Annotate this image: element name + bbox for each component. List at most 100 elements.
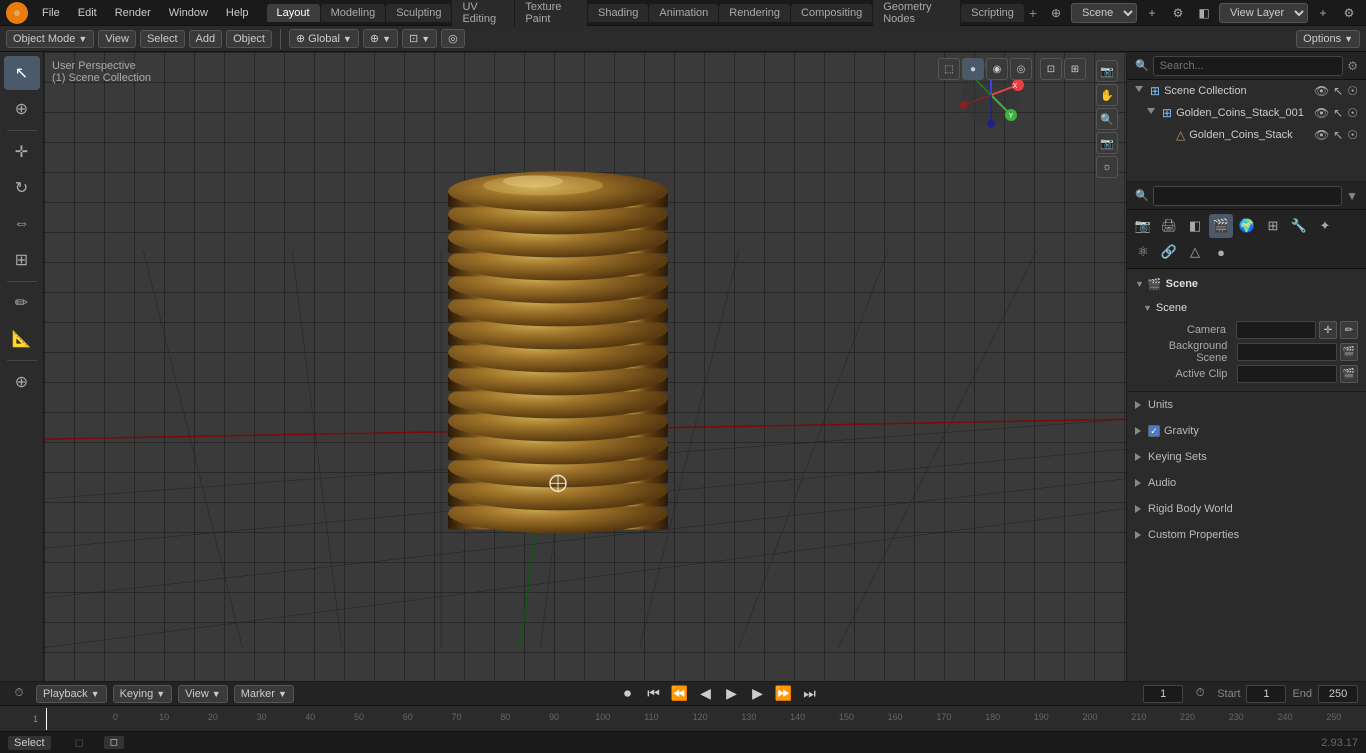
tab-modeling[interactable]: Modeling	[321, 4, 386, 22]
outliner-hide-viewport-icon[interactable]: ☉	[1347, 84, 1358, 98]
scene-settings-btn[interactable]: ⚙	[1167, 2, 1189, 24]
tab-shading[interactable]: Shading	[588, 4, 648, 22]
status-btn-2[interactable]: ◻	[104, 736, 124, 749]
prop-object-btn[interactable]: ⊞	[1261, 214, 1285, 238]
bg-scene-eyedropper-btn[interactable]: 🎬	[1340, 343, 1358, 361]
pivot-point-selector[interactable]: ⊕ ▼	[363, 29, 398, 48]
tool-scale[interactable]: ⇔	[4, 207, 40, 241]
tab-scripting[interactable]: Scripting	[961, 4, 1024, 22]
outliner-scene-collection[interactable]: ⊞ Scene Collection 👁 ↖ ☉	[1127, 80, 1366, 102]
properties-search-input[interactable]	[1153, 186, 1342, 206]
tool-move[interactable]: ✛	[4, 135, 40, 169]
viewport-zoom-btn[interactable]: 🔍	[1096, 108, 1118, 130]
menu-edit[interactable]: Edit	[70, 5, 105, 21]
shading-render-btn[interactable]: ◎	[1010, 58, 1032, 80]
menu-file[interactable]: File	[34, 5, 68, 21]
playback-jump-end-btn[interactable]: ⏭	[800, 684, 820, 704]
outliner-visibility-icon[interactable]: 👁	[1314, 84, 1329, 98]
proportional-edit-btn[interactable]: ◎	[441, 29, 465, 48]
tab-compositing[interactable]: Compositing	[791, 4, 872, 22]
props-gravity-header[interactable]: ✓ Gravity	[1127, 420, 1366, 442]
frame-start-input[interactable]	[1246, 685, 1286, 703]
outliner-item-sel-icon[interactable]: ↖	[1333, 106, 1343, 120]
props-custom-props-header[interactable]: Custom Properties	[1127, 524, 1366, 546]
timeline-keying-menu[interactable]: Keying ▼	[113, 685, 173, 703]
outliner-item-vis-icon[interactable]: 👁	[1314, 106, 1329, 120]
add-workspace-button[interactable]: +	[1025, 3, 1041, 23]
props-scene-subsection[interactable]: ▼ Scene	[1127, 297, 1366, 319]
playback-step-fwd-btn[interactable]: ▶	[748, 684, 768, 704]
outliner-mesh-vis-icon[interactable]: 👁	[1314, 128, 1329, 142]
menu-render[interactable]: Render	[107, 5, 159, 21]
shading-material-btn[interactable]: ◉	[986, 58, 1008, 80]
camera-edit-btn[interactable]: ✏	[1340, 321, 1358, 339]
scene-add-btn[interactable]: +	[1141, 2, 1163, 24]
frame-end-input[interactable]	[1318, 685, 1358, 703]
tab-sculpting[interactable]: Sculpting	[386, 4, 451, 22]
active-clip-field[interactable]	[1237, 365, 1337, 383]
tool-annotate[interactable]: ✏	[4, 286, 40, 320]
prop-physics-btn[interactable]: ⚛	[1131, 240, 1155, 264]
tool-transform[interactable]: ⊞	[4, 243, 40, 277]
options-btn[interactable]: Options ▼	[1296, 30, 1360, 48]
prop-particles-btn[interactable]: ✦	[1313, 214, 1337, 238]
tool-cursor[interactable]: ⊕	[4, 92, 40, 126]
camera-eyedropper-btn[interactable]: ✛	[1319, 321, 1337, 339]
prop-world-btn[interactable]: 🌍	[1235, 214, 1259, 238]
playback-jump-start-btn[interactable]: ⏮	[644, 684, 664, 704]
shading-solid-btn[interactable]: ●	[962, 58, 984, 80]
tab-uv-editing[interactable]: UV Editing	[452, 0, 514, 28]
outliner-search-input[interactable]	[1153, 56, 1344, 76]
prop-modifier-btn[interactable]: 🔧	[1287, 214, 1311, 238]
viewport-camera2-btn[interactable]: 📷	[1096, 132, 1118, 154]
props-rigid-body-header[interactable]: Rigid Body World	[1127, 498, 1366, 520]
outliner-item-collection[interactable]: ⊞ Golden_Coins_Stack_001 👁 ↖ ☉	[1127, 102, 1366, 124]
outliner-filter-icon[interactable]: ⚙	[1347, 59, 1358, 73]
prop-render-btn[interactable]: 📷	[1131, 214, 1155, 238]
timeline-view-menu[interactable]: View ▼	[178, 685, 228, 703]
current-frame-input[interactable]	[1143, 685, 1183, 703]
timeline-playhead[interactable]	[46, 708, 47, 730]
playback-next-keyframe-btn[interactable]: ⏩	[774, 684, 794, 704]
outliner-mesh-hide-icon[interactable]: ☉	[1347, 128, 1358, 142]
playback-prev-keyframe-btn[interactable]: ⏪	[670, 684, 690, 704]
playback-record-btn[interactable]: ⏺	[618, 684, 638, 704]
tab-rendering[interactable]: Rendering	[719, 4, 790, 22]
coin-stack-object[interactable]: Coin stack rendering	[423, 123, 693, 566]
camera-field[interactable]	[1236, 321, 1316, 339]
bg-scene-field[interactable]	[1237, 343, 1337, 361]
outliner-item-mesh[interactable]: △ Golden_Coins_Stack 👁 ↖ ☉	[1127, 124, 1366, 146]
prop-output-btn[interactable]: 🖨	[1157, 214, 1181, 238]
active-clip-eyedropper-btn[interactable]: 🎬	[1340, 365, 1358, 383]
select-status-btn[interactable]: Select	[8, 736, 51, 750]
timeline-track-area[interactable]: 0 10 20 30 40 50 60 70 80 90 100 110 120…	[46, 708, 1358, 730]
playback-play-btn[interactable]: ▶	[722, 684, 742, 704]
viewport[interactable]: Coin stack rendering	[44, 52, 1126, 681]
gravity-checkbox[interactable]: ✓	[1148, 425, 1160, 437]
global-transform-selector[interactable]: ⊕ Global ▼	[289, 29, 359, 48]
prop-scene-btn[interactable]: 🎬	[1209, 214, 1233, 238]
view-menu[interactable]: View	[98, 30, 136, 48]
timeline-type-icon[interactable]: ⏱	[8, 683, 30, 705]
scene-selector[interactable]: Scene	[1071, 3, 1137, 23]
menu-help[interactable]: Help	[218, 5, 257, 21]
viewport-camera-btn[interactable]: 📷	[1096, 60, 1118, 82]
add-menu[interactable]: Add	[189, 30, 223, 48]
viewport-render-mode-btn[interactable]: ☼	[1096, 156, 1118, 178]
tab-geometry-nodes[interactable]: Geometry Nodes	[873, 0, 960, 28]
timeline-playback-menu[interactable]: Playback ▼	[36, 685, 107, 703]
tool-add[interactable]: ⊕	[4, 365, 40, 399]
object-menu[interactable]: Object	[226, 30, 272, 48]
tool-select[interactable]: ↖	[4, 56, 40, 90]
playback-step-back-btn[interactable]: ◀	[696, 684, 716, 704]
tool-rotate[interactable]: ↻	[4, 171, 40, 205]
viewport-overlay-btn[interactable]: ⊡	[1040, 58, 1062, 80]
shading-wireframe-btn[interactable]: ⬚	[938, 58, 960, 80]
viewport-hand-btn[interactable]: ✋	[1096, 84, 1118, 106]
outliner-mesh-sel-icon[interactable]: ↖	[1333, 128, 1343, 142]
prop-material-btn[interactable]: ●	[1209, 240, 1233, 264]
snap-selector[interactable]: ⊡ ▼	[402, 29, 437, 48]
tool-measure[interactable]: 📐	[4, 322, 40, 356]
prop-view-layer-btn[interactable]: ◧	[1183, 214, 1207, 238]
properties-filter-icon[interactable]: ▼	[1346, 189, 1358, 203]
